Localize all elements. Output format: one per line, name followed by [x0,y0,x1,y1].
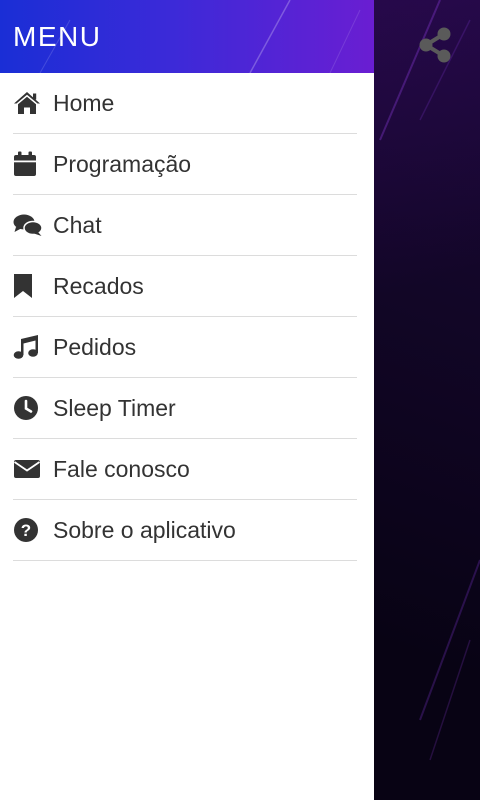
menu-list: Home Programação Chat Recados Pedidos Sl… [0,73,374,561]
app-screen: MENU Home Programação Chat Recados Pedid… [0,0,480,800]
navigation-drawer: MENU Home Programação Chat Recados Pedid… [0,0,374,800]
menu-item-programacao[interactable]: Programação [13,134,357,195]
share-icon [418,27,452,68]
menu-item-label: Programação [53,151,192,177]
menu-item-label: Pedidos [53,334,137,360]
menu-item-recados[interactable]: Recados [13,256,357,317]
bookmark-icon [13,272,43,300]
clock-icon [13,394,43,422]
music-note-icon [13,333,43,361]
home-icon [13,89,43,117]
chat-icon [13,211,43,239]
drawer-header: MENU [0,0,374,73]
menu-item-label: Home [53,90,115,116]
menu-item-sobre[interactable]: ? Sobre o aplicativo [13,500,357,561]
question-circle-icon: ? [13,516,43,544]
menu-item-label: Recados [53,273,144,299]
envelope-icon [13,455,43,483]
menu-item-sleep-timer[interactable]: Sleep Timer [13,378,357,439]
menu-item-pedidos[interactable]: Pedidos [13,317,357,378]
drawer-title: MENU [13,21,102,52]
menu-item-label: Sobre o aplicativo [53,517,236,543]
calendar-icon [13,150,43,178]
menu-item-chat[interactable]: Chat [13,195,357,256]
menu-item-home[interactable]: Home [13,73,357,134]
share-button[interactable] [412,24,458,70]
menu-item-label: Sleep Timer [53,395,176,421]
menu-item-fale-conosco[interactable]: Fale conosco [13,439,357,500]
svg-text:?: ? [21,521,31,540]
menu-item-label: Fale conosco [53,456,190,482]
menu-item-label: Chat [53,212,102,238]
